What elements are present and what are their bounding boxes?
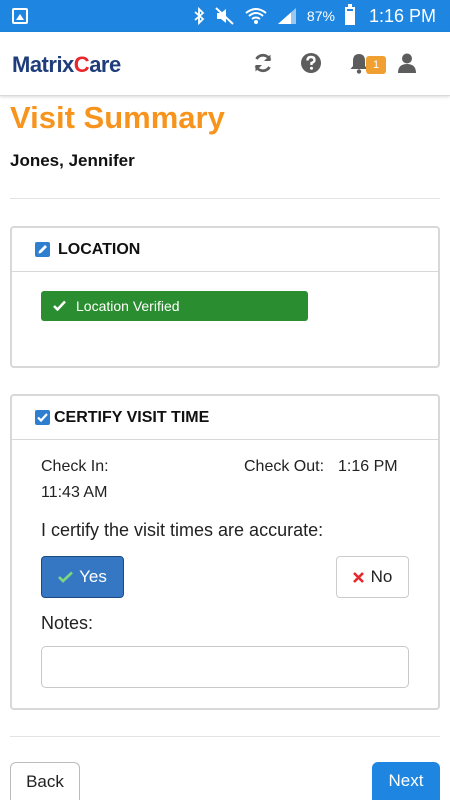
app-header: MatrixCare 1 — [0, 32, 450, 96]
image-icon — [12, 8, 28, 24]
location-panel: LOCATION Location Verified — [10, 226, 440, 368]
check-out-value: 1:16 PM — [338, 458, 398, 475]
logo-are-text: are — [89, 52, 121, 77]
edit-icon — [34, 242, 50, 258]
next-button[interactable]: Next — [372, 762, 440, 800]
check-icon — [58, 571, 74, 583]
header-actions: 1 — [250, 50, 420, 76]
matrixcare-logo[interactable]: MatrixCare — [12, 52, 121, 78]
page-title: Visit Summary — [10, 100, 225, 135]
logo-c-text: C — [73, 52, 90, 77]
patient-name: Jones, Jennifer — [10, 151, 135, 170]
check-out-label: Check Out: — [244, 458, 325, 475]
refresh-icon[interactable] — [250, 50, 276, 76]
help-icon[interactable] — [298, 50, 324, 76]
location-panel-header: LOCATION — [12, 228, 438, 272]
notes-input[interactable] — [41, 646, 409, 688]
no-label: No — [370, 567, 393, 586]
status-bar: 87% 1:16 PM — [0, 0, 450, 32]
close-icon — [352, 571, 364, 583]
yes-button[interactable]: Yes — [41, 556, 124, 598]
status-time: 1:16 PM — [368, 5, 436, 26]
back-button[interactable]: Back — [10, 762, 80, 800]
yes-label: Yes — [79, 567, 107, 586]
no-button[interactable]: No — [336, 556, 409, 598]
notes-label: Notes: — [41, 613, 94, 633]
certify-panel-header: CERTIFY VISIT TIME — [12, 396, 438, 440]
battery-icon — [344, 4, 355, 25]
checkbox-icon[interactable] — [34, 410, 50, 426]
check-in-value: 11:43 AM — [41, 484, 108, 501]
wifi-icon — [245, 8, 267, 24]
certify-heading: CERTIFY VISIT TIME — [54, 408, 210, 426]
signal-icon — [277, 8, 296, 24]
logo-matrix-text: Matrix — [12, 52, 74, 77]
location-verified-label: Location Verified — [76, 298, 180, 314]
user-icon[interactable] — [394, 50, 420, 76]
certify-question: I certify the visit times are accurate: — [41, 520, 324, 540]
battery-percent: 87% — [306, 8, 335, 24]
divider — [10, 198, 440, 199]
mute-icon — [215, 7, 234, 25]
check-icon — [53, 298, 66, 314]
notification-badge: 1 — [366, 56, 386, 74]
location-verified-badge: Location Verified — [41, 291, 308, 321]
status-icons: 87% 1:16 PM — [193, 0, 436, 32]
location-heading: LOCATION — [58, 240, 141, 258]
divider — [10, 736, 440, 737]
bluetooth-icon — [194, 7, 205, 25]
check-in-label: Check In: — [41, 458, 109, 475]
certify-panel: CERTIFY VISIT TIME Check In: 11:43 AM Ch… — [10, 394, 440, 710]
notifications-button[interactable]: 1 — [346, 50, 386, 76]
